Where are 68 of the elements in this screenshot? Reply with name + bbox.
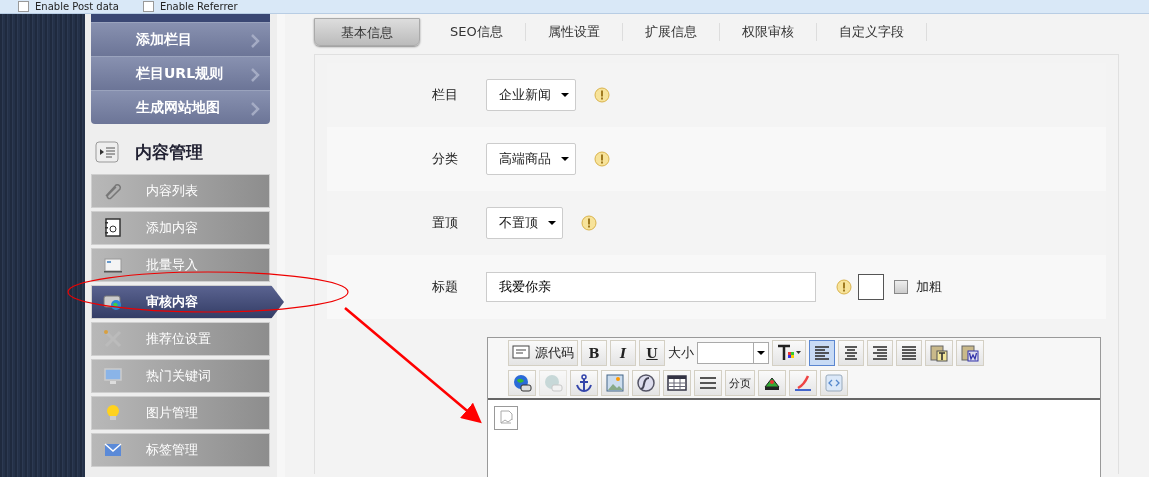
chevron-icon [250,34,260,48]
warning-icon [594,151,610,167]
select-dropdown[interactable]: 高端商品 [486,143,576,175]
align-justify-icon [900,345,918,361]
paste-button[interactable] [925,340,953,366]
sidebar-link[interactable]: 添加栏目 [91,22,270,56]
code-icon [824,373,844,393]
source-code-button[interactable]: 源代码 [508,340,578,366]
align-button[interactable] [896,340,922,366]
paste-word-icon [960,343,980,363]
checkbox-label: 加粗 [916,278,942,296]
select-dropdown[interactable]: 企业新闻 [486,79,576,111]
option-label: Enable Referrer [159,0,238,13]
size-label: 大小 [668,344,694,362]
checkbox[interactable] [142,1,154,12]
align-button[interactable] [809,340,835,366]
sidebar-link[interactable]: 栏目URL规则 [91,56,270,90]
tab[interactable]: SEO信息 [428,23,526,41]
paste-button[interactable] [956,340,984,366]
option-label: Enable Post data [35,0,119,13]
align-left-icon [813,345,831,361]
bold-button[interactable]: B [581,340,607,366]
image-icon [605,373,625,393]
tab[interactable]: 权限审核 [719,23,817,41]
chevron-icon [250,102,260,116]
align-center-icon [842,345,860,361]
table-icon [667,373,687,393]
toolbar-button[interactable] [758,370,786,396]
broken-image-icon [494,406,518,430]
select-dropdown[interactable]: 不置顶 [486,207,563,239]
toolbar-button[interactable] [632,370,660,396]
field-label: 标题 [432,278,459,296]
anchor-icon [574,373,594,393]
color-picker[interactable] [858,274,884,300]
underline-button[interactable]: U [639,340,665,366]
tab[interactable]: 自定义字段 [816,23,927,41]
field-label: 分类 [432,150,459,168]
field-label: 栏目 [432,86,459,104]
italic-button[interactable]: I [610,340,636,366]
align-button[interactable] [838,340,864,366]
tab[interactable]: 属性设置 [525,23,623,41]
sidebar-link[interactable]: 生成网站地图 [91,90,270,124]
text-color-button[interactable] [772,340,806,366]
toolbar-button[interactable] [570,370,598,396]
checkbox[interactable] [894,280,908,294]
editor-content[interactable] [488,398,1100,477]
menu-icon [102,365,124,387]
page-break-button[interactable]: 分页 [725,370,755,396]
toolbar-button[interactable] [663,370,691,396]
menu-icon [102,217,124,239]
align-button[interactable] [867,340,893,366]
paste-text-icon [929,343,949,363]
toolbar-button[interactable] [694,370,722,396]
sidebar-item[interactable]: 审核内容 [91,285,284,319]
warning-icon [581,215,597,231]
tab[interactable]: 扩展信息 [622,23,720,41]
text-color-icon [776,343,802,363]
list-icon [95,141,119,163]
title-input[interactable]: 我爱你亲 [486,272,816,302]
menu-icon [102,328,124,350]
checkbox[interactable] [18,1,29,12]
field-label: 置顶 [432,214,459,232]
tab[interactable]: 基本信息 [314,18,420,46]
section-title: 内容管理 [135,140,203,164]
warning-icon [594,87,610,103]
warning-icon [836,279,852,295]
align-right-icon [871,345,889,361]
chevron-icon [250,68,260,82]
